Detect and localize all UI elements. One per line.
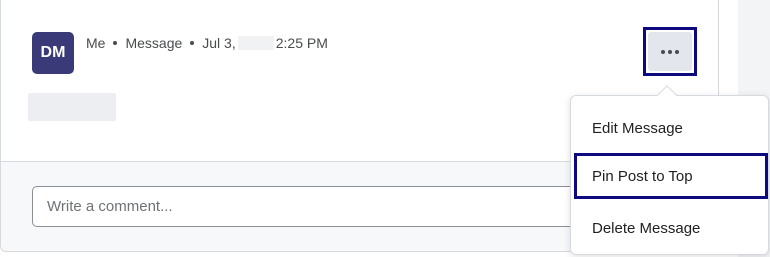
redacted-year: [237, 36, 274, 50]
comment-input[interactable]: Write a comment...: [32, 186, 592, 227]
separator-dot: [113, 41, 118, 45]
more-options-icon: [648, 32, 692, 71]
more-options-button[interactable]: [643, 27, 697, 76]
post-type: Message: [125, 35, 183, 51]
avatar[interactable]: DM: [32, 32, 74, 74]
menu-item-delete-message[interactable]: Delete Message: [571, 205, 768, 251]
post-date: Jul 3,: [202, 35, 236, 51]
dot: [668, 49, 672, 54]
dot: [675, 49, 679, 54]
author-name[interactable]: Me: [86, 35, 105, 51]
redacted-post-content: [28, 93, 116, 121]
post-meta: Me Message Jul 3, 2:25 PM: [86, 35, 328, 51]
post-time: 2:25 PM: [275, 35, 328, 51]
menu-item-pin-post[interactable]: Pin Post to Top: [574, 153, 768, 199]
menu-item-edit-message[interactable]: Edit Message: [571, 105, 768, 151]
post-options-menu: Edit Message Pin Post to Top Delete Mess…: [570, 95, 769, 255]
separator-dot: [190, 41, 195, 45]
dot: [661, 49, 665, 54]
stage: DM Me Message Jul 3, 2:25 PM Write a com…: [0, 0, 770, 257]
